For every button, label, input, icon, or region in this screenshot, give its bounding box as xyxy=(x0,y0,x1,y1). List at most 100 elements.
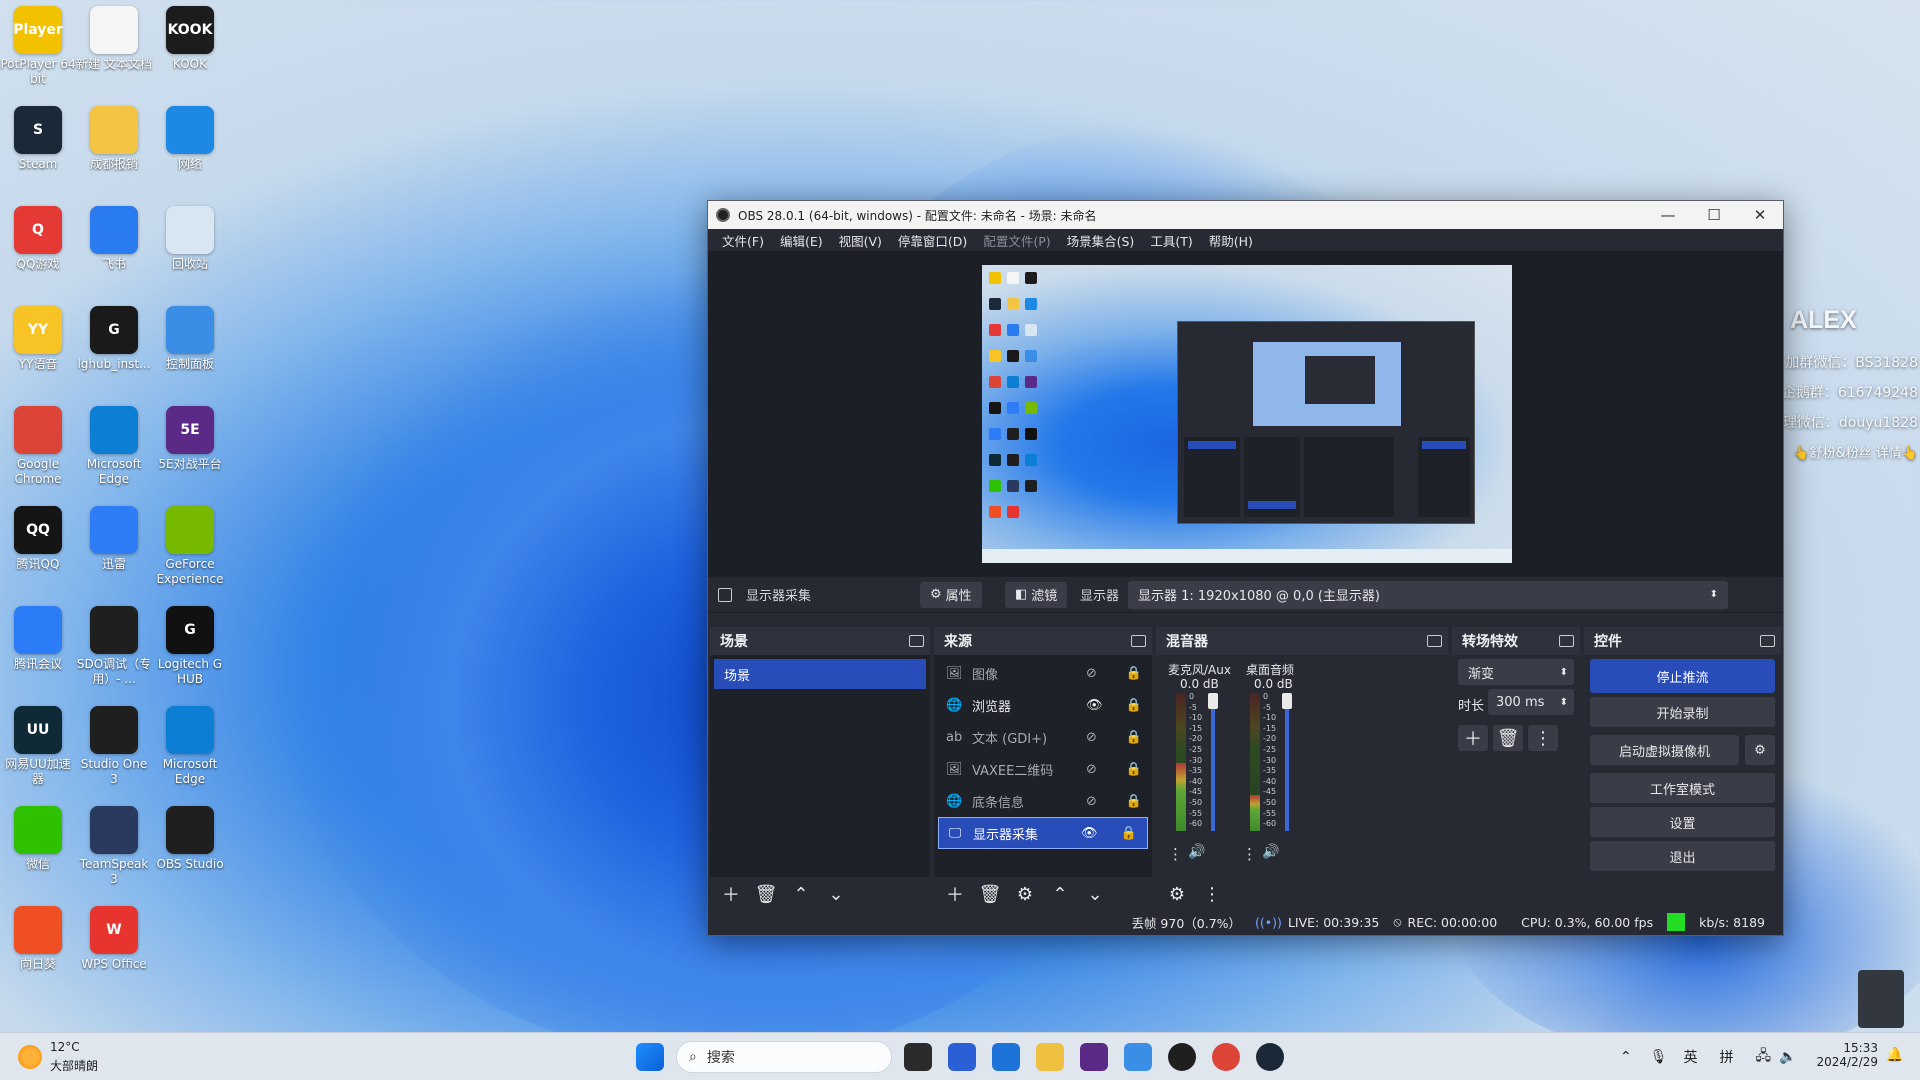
desktop-icon[interactable]: 飞书 xyxy=(76,200,152,272)
desktop-icon[interactable]: W WPS Office xyxy=(76,900,152,972)
undock-icon[interactable] xyxy=(909,635,924,647)
desktop-icon[interactable]: Microsoft Edge xyxy=(76,400,152,487)
chrome-taskbar-icon[interactable] xyxy=(1212,1043,1240,1071)
network-icon[interactable]: 🖧 xyxy=(1756,1045,1772,1069)
menu-tools[interactable]: 工具(T) xyxy=(1142,231,1200,250)
undock-icon[interactable] xyxy=(1131,635,1146,647)
transition-select[interactable]: 渐变 ⬍ xyxy=(1458,659,1574,685)
move-down-button[interactable]: ⌄ xyxy=(821,881,851,907)
start-icon[interactable] xyxy=(636,1043,664,1071)
mixer-menu-icon[interactable]: ⋮ xyxy=(1197,881,1227,907)
mic-volume-slider[interactable] xyxy=(1211,693,1215,831)
store-icon[interactable] xyxy=(948,1043,976,1071)
desktop-volume-slider[interactable] xyxy=(1285,693,1289,831)
mic-volume-knob[interactable] xyxy=(1208,693,1218,709)
weather-temp[interactable]: 12°C xyxy=(50,1040,80,1054)
desktop-icon[interactable]: 网络 xyxy=(152,100,228,172)
mail-icon[interactable] xyxy=(992,1043,1020,1071)
chevron-up-icon[interactable]: ⌃ xyxy=(1620,1049,1632,1065)
desktop-icon[interactable]: 成都报销 xyxy=(76,100,152,172)
menu-view[interactable]: 视图(V) xyxy=(831,231,890,250)
eye-slash-icon[interactable]: ⊘ xyxy=(1086,666,1097,681)
source-item[interactable]: ab 文本 (GDI+) ⊘ 🔒 xyxy=(934,721,1152,753)
desktop-icon[interactable]: S Steam xyxy=(0,100,76,172)
task-view-icon[interactable] xyxy=(904,1043,932,1071)
studio-mode-button[interactable]: 工作室模式 xyxy=(1590,773,1775,803)
maximize-button[interactable]: ☐ xyxy=(1691,201,1737,229)
lock-icon[interactable]: 🔒 xyxy=(1126,794,1142,809)
preview-canvas[interactable] xyxy=(982,265,1512,563)
desktop-speaker-icon[interactable]: 🔊 xyxy=(1262,844,1279,860)
lock-icon[interactable]: 🔒 xyxy=(1126,730,1142,745)
source-item[interactable]: 🌐 浏览器 👁 🔒 xyxy=(934,689,1152,721)
desktop-icon[interactable]: YY YY语音 xyxy=(0,300,76,372)
desktop-icon[interactable]: Player PotPlayer 64 bit xyxy=(0,0,76,87)
file-explorer-icon[interactable] xyxy=(1036,1043,1064,1071)
lock-icon[interactable]: 🔒 xyxy=(1126,666,1142,681)
desktop-icon[interactable]: G Logitech G HUB xyxy=(152,600,228,687)
desktop-icon[interactable]: KOOK KOOK xyxy=(152,0,228,72)
add-source-button[interactable]: ＋ xyxy=(940,881,970,907)
lock-icon[interactable]: 🔒 xyxy=(1121,826,1137,841)
minimize-button[interactable]: — xyxy=(1645,201,1691,229)
source-item[interactable]: 🖵 显示器采集 👁 🔒 xyxy=(938,817,1148,849)
desktop-icon[interactable]: OBS Studio xyxy=(152,800,228,872)
desktop-menu-icon[interactable]: ⋮ xyxy=(1242,845,1257,863)
source-item[interactable]: 🌐 底条信息 ⊘ 🔒 xyxy=(934,785,1152,817)
mic-speaker-icon[interactable]: 🔊 xyxy=(1188,844,1205,860)
eye-slash-icon[interactable]: ⊘ xyxy=(1086,794,1097,809)
source-item[interactable]: 🖼 VAXEE二维码 ⊘ 🔒 xyxy=(934,753,1152,785)
weather-icon[interactable] xyxy=(18,1045,42,1069)
remove-scene-button[interactable]: 🗑 xyxy=(751,881,781,907)
exit-button[interactable]: 退出 xyxy=(1590,841,1775,871)
duration-spinbox[interactable]: 300 ms ⬍ xyxy=(1488,689,1574,715)
desktop-icon[interactable]: 腾讯会议 xyxy=(0,600,76,672)
floating-widget[interactable] xyxy=(1858,970,1904,1028)
menu-scene-collection[interactable]: 场景集合(S) xyxy=(1059,231,1143,250)
virtual-camera-settings-icon[interactable]: ⚙ xyxy=(1745,735,1775,765)
properties-button[interactable]: ⚙ 属性 xyxy=(920,581,982,608)
stop-streaming-button[interactable]: 停止推流 xyxy=(1590,659,1775,693)
eye-slash-icon[interactable]: ⊘ xyxy=(1086,730,1097,745)
start-virtual-camera-button[interactable]: 启动虚拟摄像机 xyxy=(1590,735,1739,765)
title-bar[interactable]: OBS 28.0.1 (64-bit, windows) - 配置文件: 未命名… xyxy=(708,201,1783,229)
desktop-icon[interactable]: Google Chrome xyxy=(0,400,76,487)
desktop-icon[interactable]: 向日葵 xyxy=(0,900,76,972)
taskbar-search[interactable]: ⌕ 搜索 xyxy=(676,1041,892,1073)
eye-icon[interactable]: 👁 xyxy=(1086,698,1103,713)
undock-icon[interactable] xyxy=(1559,635,1574,647)
desktop-icon[interactable]: GeForce Experience xyxy=(152,500,228,587)
desktop-icon[interactable]: 5E 5E对战平台 xyxy=(152,400,228,472)
source-item[interactable]: 🖼 图像 ⊘ 🔒 xyxy=(934,657,1152,689)
desktop-icon[interactable]: UU 网易UU加速器 xyxy=(0,700,76,787)
desktop-volume-knob[interactable] xyxy=(1282,693,1292,709)
desktop-icon[interactable]: SDO调试（专用）- ... xyxy=(76,600,152,687)
filters-button[interactable]: ◧ 滤镜 xyxy=(1005,581,1068,608)
desktop-icon[interactable]: 迅雷 xyxy=(76,500,152,572)
move-up-button[interactable]: ⌃ xyxy=(1045,881,1075,907)
add-scene-button[interactable]: ＋ xyxy=(716,881,746,907)
source-properties-button[interactable]: ⚙ xyxy=(1010,881,1040,907)
desktop-icon[interactable]: Studio One 3 xyxy=(76,700,152,787)
eye-slash-icon[interactable]: ⊘ xyxy=(1086,762,1097,777)
mic-menu-icon[interactable]: ⋮ xyxy=(1168,845,1183,863)
menu-docks[interactable]: 停靠窗口(D) xyxy=(890,231,975,250)
settings-button[interactable]: 设置 xyxy=(1590,807,1775,837)
desktop-icon[interactable]: 新建 文本文档 xyxy=(76,0,152,72)
lock-icon[interactable]: 🔒 xyxy=(1126,762,1142,777)
start-recording-button[interactable]: 开始录制 xyxy=(1590,697,1775,727)
display-select[interactable]: 显示器 1: 1920x1080 @ 0,0 (主显示器) ⬍ xyxy=(1128,580,1728,609)
weather-desc[interactable]: 大部晴朗 xyxy=(50,1057,98,1074)
remove-source-button[interactable]: 🗑 xyxy=(975,881,1005,907)
microphone-icon[interactable]: 🎙 xyxy=(1650,1049,1668,1065)
desktop-icon[interactable]: TeamSpeak 3 xyxy=(76,800,152,887)
add-transition-button[interactable]: ＋ xyxy=(1458,725,1488,751)
steam-taskbar-icon[interactable] xyxy=(1256,1043,1284,1071)
undock-icon[interactable] xyxy=(1427,635,1442,647)
obs-taskbar-icon[interactable] xyxy=(1168,1043,1196,1071)
menu-help[interactable]: 帮助(H) xyxy=(1201,231,1261,250)
volume-icon[interactable]: 🔈 xyxy=(1779,1049,1796,1065)
desktop-icon[interactable]: 回收站 xyxy=(152,200,228,272)
desktop-icon[interactable]: 微信 xyxy=(0,800,76,872)
ime-lang[interactable]: 英 xyxy=(1684,1047,1698,1067)
